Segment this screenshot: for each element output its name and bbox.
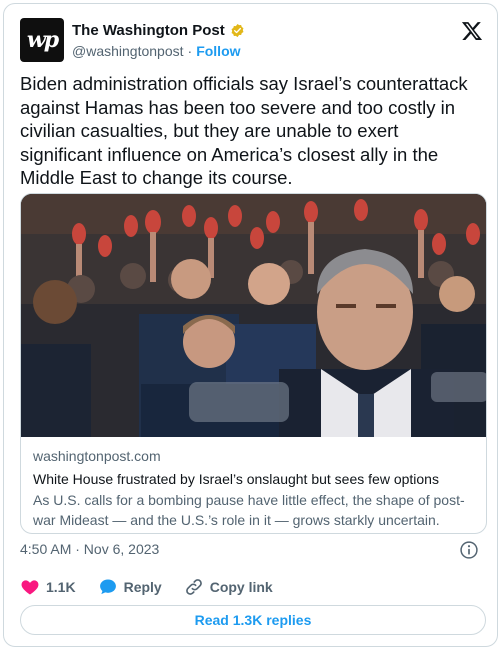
link-title[interactable]: White House frustrated by Israel’s onsla… [33, 469, 473, 489]
article-photo [21, 194, 486, 437]
reply-button[interactable]: Reply [98, 577, 162, 597]
account-name[interactable]: The Washington Post [72, 22, 225, 39]
tweet-text: Biden administration officials say Israe… [20, 73, 468, 188]
info-icon[interactable] [459, 540, 479, 560]
x-logo-icon[interactable] [461, 20, 483, 42]
tweet-timestamp[interactable]: 4:50 AM · Nov 6, 2023 [20, 541, 159, 557]
tweet-actions: 1.1K Reply Copy link [20, 575, 295, 599]
account-handle[interactable]: @washingtonpost [72, 43, 184, 59]
link-preview-meta: washingtonpost.com White House frustrate… [33, 446, 473, 530]
link-description: As U.S. calls for a bombing pause have l… [33, 492, 465, 528]
speech-bubble-icon [99, 579, 116, 595]
like-count: 1.1K [46, 579, 76, 595]
like-button[interactable]: 1.1K [20, 577, 76, 597]
link-preview-card[interactable]: washingtonpost.com White House frustrate… [20, 193, 487, 534]
tweet-header: wp The Washington Post @washingtonpost ·… [20, 18, 485, 62]
copy-link-button[interactable]: Copy link [184, 577, 273, 597]
separator-dot: · [187, 43, 193, 59]
follow-button[interactable]: Follow [196, 43, 240, 59]
verified-badge-icon [231, 23, 244, 38]
read-replies-button[interactable]: Read 1.3K replies [20, 605, 486, 635]
link-domain: washingtonpost.com [33, 448, 161, 464]
account-name-row: The Washington Post [72, 22, 245, 39]
handle-row: @washingtonpost · Follow [72, 43, 241, 59]
reply-label: Reply [123, 579, 162, 595]
tweet-card: wp The Washington Post @washingtonpost ·… [3, 3, 498, 647]
article-photo-image [21, 194, 486, 437]
washington-post-logo[interactable]: wp [20, 18, 64, 62]
copy-link-label: Copy link [209, 579, 273, 595]
link-icon [185, 579, 202, 595]
heart-icon [21, 580, 39, 595]
